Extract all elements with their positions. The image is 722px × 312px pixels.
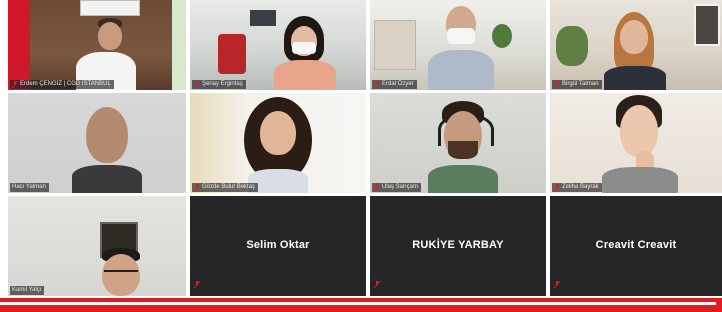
mic-off-icon (374, 81, 380, 88)
participant-avatar (238, 97, 318, 193)
mic-off-icon (554, 81, 560, 88)
participant-avatar (272, 16, 338, 90)
video-tile-p5[interactable]: Hacı Yalman (8, 93, 186, 193)
beard (448, 141, 478, 159)
participant-name-label: Hacı Yalman (10, 183, 49, 192)
participant-name-label: Şenay Ergintaş (192, 80, 246, 89)
bottom-stripe (0, 302, 716, 305)
video-tile-p8[interactable]: Zeliha Bayrak (550, 93, 722, 193)
participant-name-label: Erdal Özyer (372, 80, 417, 89)
participant-name-center: Creavit Creavit (595, 239, 677, 251)
bottom-accent-bar (0, 298, 722, 312)
window-light (172, 0, 186, 90)
participant-avatar (428, 101, 498, 193)
turkish-flag (8, 0, 30, 90)
video-tile-p1[interactable]: Erdem ÇENGİZ | CGD İSTANBUL (8, 0, 186, 90)
mic-off-icon (553, 275, 561, 293)
participant-avatar (600, 12, 670, 90)
participant-avatar (600, 95, 680, 193)
participant-name-center: Selim Oktar (246, 239, 310, 251)
mic-off-icon (373, 275, 381, 293)
face-mask (292, 42, 316, 54)
mic-off-icon (194, 184, 200, 191)
face-mask (447, 28, 475, 44)
participant-name-label: Ulaş Sarıçam (372, 183, 422, 192)
wall-frame (80, 0, 140, 16)
participant-name-center: RUKİYE YARBAY (412, 239, 504, 251)
video-tile-p2[interactable]: Şenay Ergintaş (190, 0, 366, 90)
red-chair (218, 34, 246, 74)
mic-off-icon (193, 275, 201, 293)
participant-name-label: Zeliha Bayrak (552, 183, 602, 192)
mic-off-icon (554, 184, 560, 191)
participant-name-label: Birgül Tatman (552, 80, 602, 89)
participant-avatar (76, 16, 136, 90)
video-tile-p6[interactable]: Gözde Bulut Bektaş (190, 93, 366, 193)
plant (492, 24, 512, 48)
video-tile-p4[interactable]: Birgül Tatman (550, 0, 722, 90)
participant-avatar (72, 107, 142, 193)
video-tile-p3[interactable]: Erdal Özyer (370, 0, 546, 90)
wall-picture (694, 4, 720, 46)
shelf (374, 20, 416, 70)
participant-avatar (88, 248, 154, 296)
video-tile-p9[interactable]: Kamil Yalçı (8, 196, 186, 296)
video-tile-p11[interactable]: RUKİYE YARBAY (370, 196, 546, 296)
mic-off-icon (12, 81, 18, 88)
participant-name-label: Erdem ÇENGİZ | CGD İSTANBUL (10, 80, 114, 89)
video-tile-p7[interactable]: Ulaş Sarıçam (370, 93, 546, 193)
mic-off-icon (194, 81, 200, 88)
plant (556, 26, 588, 66)
video-tile-p10[interactable]: Selim Oktar (190, 196, 366, 296)
mic-off-icon (374, 184, 380, 191)
participant-avatar (428, 4, 494, 90)
video-grid: Erdem ÇENGİZ | CGD İSTANBUL Şenay Ergint… (0, 0, 722, 300)
participant-name-label: Gözde Bulut Bektaş (192, 183, 259, 192)
video-tile-p12[interactable]: Creavit Creavit (550, 196, 722, 296)
participant-name-label: Kamil Yalçı (10, 286, 45, 295)
glasses (104, 270, 138, 278)
